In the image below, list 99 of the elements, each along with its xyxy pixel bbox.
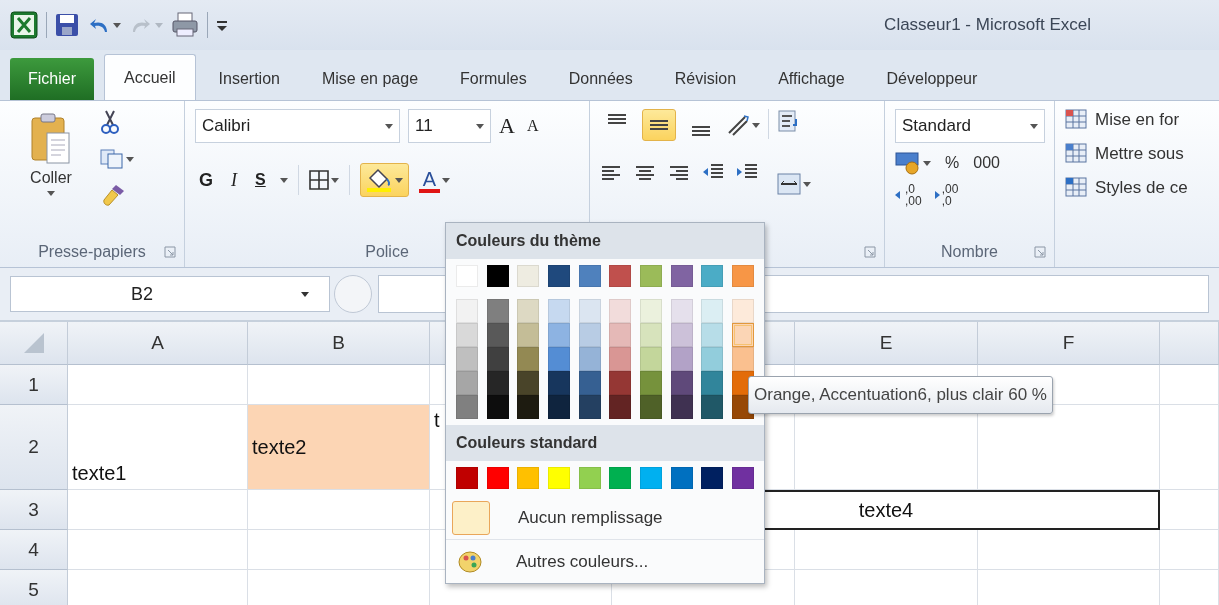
- align-left-icon: [600, 164, 622, 180]
- color-swatch[interactable]: [731, 323, 754, 347]
- ribbon-tab[interactable]: Développeur: [867, 58, 997, 100]
- money-icon: [895, 151, 921, 175]
- percent-button[interactable]: %: [945, 154, 960, 172]
- caret-icon: [923, 160, 931, 166]
- vertical-align-button[interactable]: [642, 109, 676, 141]
- save-icon[interactable]: [55, 13, 79, 37]
- format-painter-icon[interactable]: [100, 183, 126, 207]
- excel-logo-icon[interactable]: [10, 11, 38, 39]
- italic-button[interactable]: I: [227, 169, 241, 191]
- table-style-icon: [1065, 109, 1089, 131]
- dialog-launcher-icon[interactable]: [164, 246, 176, 258]
- table-style-icon: [1065, 143, 1089, 165]
- tooltip: Orange, Accentuation6, plus clair 60 %: [748, 376, 1053, 414]
- ribbon-tab[interactable]: Mise en page: [302, 58, 438, 100]
- number-format-field[interactable]: Standard: [895, 109, 1045, 143]
- arrow-icon: [895, 190, 903, 200]
- borders-icon: [308, 170, 329, 190]
- caret-icon: [126, 156, 134, 162]
- row-header[interactable]: 2: [0, 405, 68, 490]
- corner-triangle-icon: [23, 333, 44, 353]
- scissors-icon[interactable]: [100, 109, 120, 135]
- copy-icon: [100, 149, 124, 169]
- caret-icon: [330, 177, 339, 183]
- dialog-launcher-icon[interactable]: [1034, 246, 1046, 258]
- paint-bucket-icon: [365, 168, 392, 192]
- caret-icon: [442, 177, 451, 183]
- merge-cells-icon: [777, 173, 801, 195]
- font-size-field[interactable]: 11: [408, 109, 491, 143]
- clipboard-icon: [30, 113, 72, 165]
- group-label: Nombre: [941, 243, 998, 261]
- decimal-button[interactable]: ,00 ,0: [941, 183, 959, 207]
- print-icon[interactable]: [171, 12, 199, 38]
- file-tab[interactable]: Fichier: [10, 58, 94, 100]
- increase-indent-icon[interactable]: [736, 163, 758, 181]
- no-fill-icon: [452, 500, 490, 535]
- caret-icon: [155, 22, 163, 28]
- orientation-button[interactable]: [726, 114, 760, 136]
- column-header[interactable]: E: [795, 322, 978, 365]
- align-center-icon: [634, 164, 656, 180]
- window-title: Classeur1 - Microsoft Excel: [884, 15, 1091, 35]
- caret-icon: [1030, 123, 1038, 129]
- currency-button[interactable]: [895, 151, 931, 175]
- decimal-button[interactable]: ,0 ,00: [905, 183, 922, 207]
- underline-button[interactable]: S: [251, 170, 270, 190]
- ribbon-tab[interactable]: Formules: [441, 58, 546, 100]
- customize-toolbar-icon[interactable]: [216, 18, 228, 32]
- group-label: Presse-papiers: [38, 243, 146, 261]
- dialog-launcher-icon[interactable]: [864, 246, 876, 258]
- caret-icon: [394, 177, 403, 183]
- fill-color-button[interactable]: [359, 163, 409, 197]
- ribbon-tab[interactable]: Insertion: [199, 58, 299, 100]
- row-header[interactable]: 1: [0, 365, 68, 405]
- thousands-button[interactable]: 000: [973, 154, 1000, 172]
- ribbon-tab[interactable]: Révision: [655, 58, 756, 100]
- styles-button[interactable]: Mise en for: [1065, 109, 1180, 131]
- ribbon-tab[interactable]: Affichage: [759, 58, 864, 100]
- grow-font-button[interactable]: A: [495, 113, 519, 139]
- caret-icon: [476, 123, 484, 129]
- text-angle-icon: [726, 114, 750, 136]
- column-header[interactable]: F: [978, 322, 1160, 365]
- styles-button[interactable]: Mettre sous: [1065, 143, 1184, 165]
- caret-icon: [279, 177, 288, 183]
- section-heading: Couleurs standard: [446, 425, 764, 461]
- table-cell: texte2: [248, 405, 430, 490]
- section-heading: Couleurs du thème: [446, 223, 764, 259]
- ribbon-tab[interactable]: Données: [549, 58, 652, 100]
- group-label: Police: [365, 243, 409, 261]
- row-header[interactable]: 5: [0, 570, 68, 605]
- menu-item[interactable]: Autres couleurs...: [516, 551, 649, 572]
- font-family-field[interactable]: Calibri: [195, 109, 400, 143]
- borders-button[interactable]: [308, 170, 339, 190]
- column-header[interactable]: B: [248, 322, 430, 365]
- font-color-button[interactable]: A: [418, 167, 441, 193]
- caret-icon: [752, 122, 760, 128]
- caret-icon: [47, 191, 55, 196]
- table-style-icon: [1065, 177, 1089, 199]
- name-box[interactable]: B2: [10, 276, 330, 312]
- bold-button[interactable]: G: [195, 169, 217, 191]
- column-header[interactable]: A: [68, 322, 248, 365]
- ribbon-tab[interactable]: Accueil: [104, 54, 196, 100]
- bottom-align-icon: [690, 126, 712, 136]
- caret-icon: [301, 291, 309, 297]
- decrease-indent-icon[interactable]: [702, 163, 724, 181]
- row-header[interactable]: 3: [0, 490, 68, 530]
- table-cell: texte1: [68, 405, 248, 490]
- caret-icon: [385, 123, 393, 129]
- merge-button[interactable]: [777, 173, 811, 195]
- styles-button[interactable]: Styles de ce: [1065, 177, 1188, 199]
- align-right-icon: [668, 164, 690, 180]
- top-align-icon: [606, 114, 628, 124]
- shrink-font-button[interactable]: A: [522, 116, 543, 136]
- paste-button[interactable]: Coller: [10, 109, 92, 237]
- caret-icon: [113, 22, 121, 28]
- copy-button[interactable]: [100, 149, 134, 169]
- row-header[interactable]: 4: [0, 530, 68, 570]
- middle-align-icon: [648, 120, 670, 130]
- caret-icon: [803, 181, 811, 187]
